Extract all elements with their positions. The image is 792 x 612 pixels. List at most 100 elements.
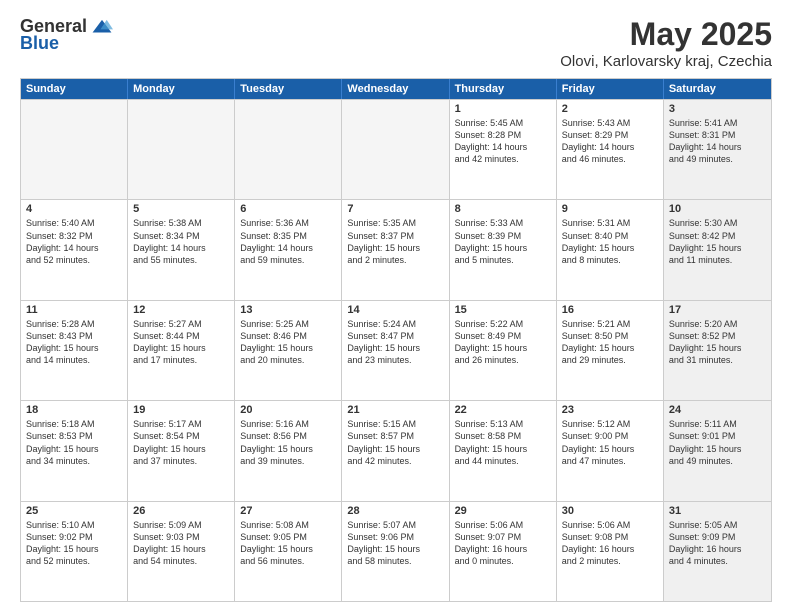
calendar-cell: 1 Sunrise: 5:45 AM Sunset: 8:28 PM Daylig… [450, 100, 557, 199]
calendar-cell [21, 100, 128, 199]
calendar-cell: 27Sunrise: 5:08 AM Sunset: 9:05 PM Dayli… [235, 502, 342, 601]
day-info: Sunrise: 5:10 AM Sunset: 9:02 PM Dayligh… [26, 519, 122, 568]
calendar-cell: 15 Sunrise: 5:22 AM Sunset: 8:49 PM Dayli… [450, 301, 557, 400]
day-number: 26 [133, 505, 229, 517]
calendar-header-day: Wednesday [342, 79, 449, 99]
day-number: 6 [240, 203, 336, 215]
calendar-header: SundayMondayTuesdayWednesdayThursdayFrid… [21, 79, 771, 99]
calendar-cell: 13 Sunrise: 5:25 AM Sunset: 8:46 PM Dayli… [235, 301, 342, 400]
calendar-cell: 18 Sunrise: 5:18 AM Sunset: 8:53 PM Dayli… [21, 401, 128, 500]
calendar-header-day: Monday [128, 79, 235, 99]
day-number: 22 [455, 404, 551, 416]
calendar-row: 1 Sunrise: 5:45 AM Sunset: 8:28 PM Daylig… [21, 99, 771, 199]
day-number: 12 [133, 304, 229, 316]
calendar-body: 1 Sunrise: 5:45 AM Sunset: 8:28 PM Daylig… [21, 99, 771, 601]
calendar-row: 25 Sunrise: 5:10 AM Sunset: 9:02 PM Dayli… [21, 501, 771, 601]
calendar-row: 11 Sunrise: 5:28 AM Sunset: 8:43 PM Dayli… [21, 300, 771, 400]
day-number: 24 [669, 404, 766, 416]
page: General Blue May 2025 Olovi, Karlovarsky… [0, 0, 792, 612]
calendar-cell: 9Sunrise: 5:31 AM Sunset: 8:40 PM Daylig… [557, 200, 664, 299]
calendar-cell: 2Sunrise: 5:43 AM Sunset: 8:29 PM Daylig… [557, 100, 664, 199]
day-info: Sunrise: 5:41 AM Sunset: 8:31 PM Dayligh… [669, 117, 766, 166]
calendar-cell [128, 100, 235, 199]
logo-icon [91, 18, 113, 36]
day-number: 29 [455, 505, 551, 517]
day-number: 28 [347, 505, 443, 517]
day-info: Sunrise: 5:21 AM Sunset: 8:50 PM Dayligh… [562, 318, 658, 367]
day-info: Sunrise: 5:16 AM Sunset: 8:56 PM Dayligh… [240, 418, 336, 467]
calendar-cell: 3 Sunrise: 5:41 AM Sunset: 8:31 PM Daylig… [664, 100, 771, 199]
day-number: 15 [455, 304, 551, 316]
day-number: 20 [240, 404, 336, 416]
calendar-row: 4 Sunrise: 5:40 AM Sunset: 8:32 PM Daylig… [21, 199, 771, 299]
calendar-cell: 31Sunrise: 5:05 AM Sunset: 9:09 PM Dayli… [664, 502, 771, 601]
day-number: 18 [26, 404, 122, 416]
calendar-header-day: Thursday [450, 79, 557, 99]
day-number: 31 [669, 505, 766, 517]
calendar-cell: 12Sunrise: 5:27 AM Sunset: 8:44 PM Dayli… [128, 301, 235, 400]
day-info: Sunrise: 5:25 AM Sunset: 8:46 PM Dayligh… [240, 318, 336, 367]
calendar-cell: 7 Sunrise: 5:35 AM Sunset: 8:37 PM Daylig… [342, 200, 449, 299]
calendar-cell: 28Sunrise: 5:07 AM Sunset: 9:06 PM Dayli… [342, 502, 449, 601]
subtitle: Olovi, Karlovarsky kraj, Czechia [560, 53, 772, 70]
calendar-cell: 21 Sunrise: 5:15 AM Sunset: 8:57 PM Dayli… [342, 401, 449, 500]
calendar-cell: 22 Sunrise: 5:13 AM Sunset: 8:58 PM Dayli… [450, 401, 557, 500]
day-info: Sunrise: 5:08 AM Sunset: 9:05 PM Dayligh… [240, 519, 336, 568]
day-info: Sunrise: 5:20 AM Sunset: 8:52 PM Dayligh… [669, 318, 766, 367]
day-info: Sunrise: 5:13 AM Sunset: 8:58 PM Dayligh… [455, 418, 551, 467]
header: General Blue May 2025 Olovi, Karlovarsky… [20, 16, 772, 70]
calendar-header-day: Friday [557, 79, 664, 99]
calendar-cell: 20 Sunrise: 5:16 AM Sunset: 8:56 PM Dayli… [235, 401, 342, 500]
calendar-cell [235, 100, 342, 199]
day-number: 16 [562, 304, 658, 316]
calendar-cell: 26Sunrise: 5:09 AM Sunset: 9:03 PM Dayli… [128, 502, 235, 601]
day-number: 1 [455, 103, 551, 115]
calendar-header-day: Saturday [664, 79, 771, 99]
day-number: 3 [669, 103, 766, 115]
calendar-cell: 16 Sunrise: 5:21 AM Sunset: 8:50 PM Dayli… [557, 301, 664, 400]
day-info: Sunrise: 5:18 AM Sunset: 8:53 PM Dayligh… [26, 418, 122, 467]
day-info: Sunrise: 5:06 AM Sunset: 9:08 PM Dayligh… [562, 519, 658, 568]
day-info: Sunrise: 5:28 AM Sunset: 8:43 PM Dayligh… [26, 318, 122, 367]
calendar-cell: 24 Sunrise: 5:11 AM Sunset: 9:01 PM Dayli… [664, 401, 771, 500]
day-info: Sunrise: 5:36 AM Sunset: 8:35 PM Dayligh… [240, 217, 336, 266]
day-info: Sunrise: 5:06 AM Sunset: 9:07 PM Dayligh… [455, 519, 551, 568]
day-number: 13 [240, 304, 336, 316]
day-number: 17 [669, 304, 766, 316]
day-info: Sunrise: 5:30 AM Sunset: 8:42 PM Dayligh… [669, 217, 766, 266]
calendar-cell: 14 Sunrise: 5:24 AM Sunset: 8:47 PM Dayli… [342, 301, 449, 400]
day-info: Sunrise: 5:45 AM Sunset: 8:28 PM Dayligh… [455, 117, 551, 166]
day-info: Sunrise: 5:35 AM Sunset: 8:37 PM Dayligh… [347, 217, 443, 266]
calendar-cell: 5 Sunrise: 5:38 AM Sunset: 8:34 PM Daylig… [128, 200, 235, 299]
logo-blue: Blue [20, 33, 59, 54]
day-number: 21 [347, 404, 443, 416]
calendar-cell: 25 Sunrise: 5:10 AM Sunset: 9:02 PM Dayli… [21, 502, 128, 601]
calendar-cell: 6 Sunrise: 5:36 AM Sunset: 8:35 PM Daylig… [235, 200, 342, 299]
day-info: Sunrise: 5:11 AM Sunset: 9:01 PM Dayligh… [669, 418, 766, 467]
calendar-cell [342, 100, 449, 199]
calendar-cell: 30Sunrise: 5:06 AM Sunset: 9:08 PM Dayli… [557, 502, 664, 601]
day-number: 7 [347, 203, 443, 215]
day-info: Sunrise: 5:17 AM Sunset: 8:54 PM Dayligh… [133, 418, 229, 467]
day-number: 5 [133, 203, 229, 215]
day-info: Sunrise: 5:43 AM Sunset: 8:29 PM Dayligh… [562, 117, 658, 166]
title-block: May 2025 Olovi, Karlovarsky kraj, Czechi… [560, 16, 772, 70]
day-number: 4 [26, 203, 122, 215]
day-number: 25 [26, 505, 122, 517]
day-number: 10 [669, 203, 766, 215]
day-info: Sunrise: 5:40 AM Sunset: 8:32 PM Dayligh… [26, 217, 122, 266]
day-info: Sunrise: 5:22 AM Sunset: 8:49 PM Dayligh… [455, 318, 551, 367]
day-number: 14 [347, 304, 443, 316]
main-title: May 2025 [560, 16, 772, 53]
day-info: Sunrise: 5:12 AM Sunset: 9:00 PM Dayligh… [562, 418, 658, 467]
day-info: Sunrise: 5:15 AM Sunset: 8:57 PM Dayligh… [347, 418, 443, 467]
day-number: 11 [26, 304, 122, 316]
calendar-cell: 8Sunrise: 5:33 AM Sunset: 8:39 PM Daylig… [450, 200, 557, 299]
calendar-header-day: Sunday [21, 79, 128, 99]
day-info: Sunrise: 5:24 AM Sunset: 8:47 PM Dayligh… [347, 318, 443, 367]
calendar-cell: 29 Sunrise: 5:06 AM Sunset: 9:07 PM Dayli… [450, 502, 557, 601]
day-info: Sunrise: 5:31 AM Sunset: 8:40 PM Dayligh… [562, 217, 658, 266]
day-number: 23 [562, 404, 658, 416]
logo: General Blue [20, 16, 113, 54]
day-info: Sunrise: 5:38 AM Sunset: 8:34 PM Dayligh… [133, 217, 229, 266]
